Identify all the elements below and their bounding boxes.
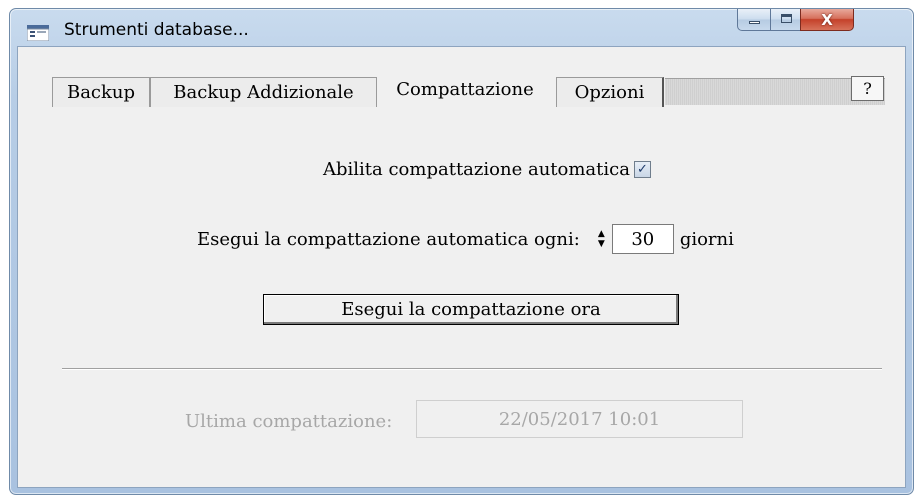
compact-interval-row: Esegui la compattazione automatica ogni:… (197, 222, 734, 256)
minimize-button[interactable] (737, 9, 771, 31)
help-button[interactable]: ? (851, 76, 884, 101)
tab-backup-addizionale[interactable]: Backup Addizionale (150, 77, 377, 107)
divider (62, 368, 882, 370)
tab-opzioni[interactable]: Opzioni (556, 77, 664, 107)
tab-compattazione[interactable]: Compattazione (377, 70, 553, 108)
checkmark-icon: ✓ (637, 161, 648, 177)
run-compaction-now-button[interactable]: Esegui la compattazione ora (263, 294, 679, 325)
last-compaction-field: 22/05/2017 10:01 (416, 400, 743, 438)
close-icon: X (821, 10, 833, 29)
title-bar[interactable]: Strumenti database... X (10, 9, 913, 47)
maximize-icon (781, 14, 792, 23)
app-window: Strumenti database... X Backup Backup Ad… (9, 8, 914, 495)
close-button[interactable]: X (800, 9, 854, 31)
window-title: Strumenti database... (64, 20, 249, 40)
maximize-button[interactable] (770, 9, 801, 31)
compact-interval-label: Esegui la compattazione automatica ogni: (197, 228, 580, 250)
auto-compact-row: Abilita compattazione automatica ✓ (323, 157, 651, 181)
tab-backup[interactable]: Backup (52, 77, 150, 107)
compattazione-panel: Abilita compattazione automatica ✓ Esegu… (48, 107, 894, 477)
tab-bar: Backup Backup Addizionale Compattazione … (29, 68, 895, 108)
dialog-client-area: Backup Backup Addizionale Compattazione … (17, 46, 906, 488)
interval-input[interactable]: 30 (611, 224, 674, 254)
spin-down-icon[interactable]: ▼ (598, 239, 605, 249)
interval-spinner[interactable]: ▲ ▼ (595, 225, 608, 253)
auto-compact-label: Abilita compattazione automatica (323, 158, 630, 180)
last-compaction-label: Ultima compattazione: (185, 411, 393, 432)
auto-compact-checkbox[interactable]: ✓ (633, 160, 651, 178)
minimize-icon (749, 21, 760, 24)
interval-unit: giorni (679, 228, 734, 250)
spin-up-icon[interactable]: ▲ (598, 229, 605, 239)
app-icon (27, 25, 49, 41)
